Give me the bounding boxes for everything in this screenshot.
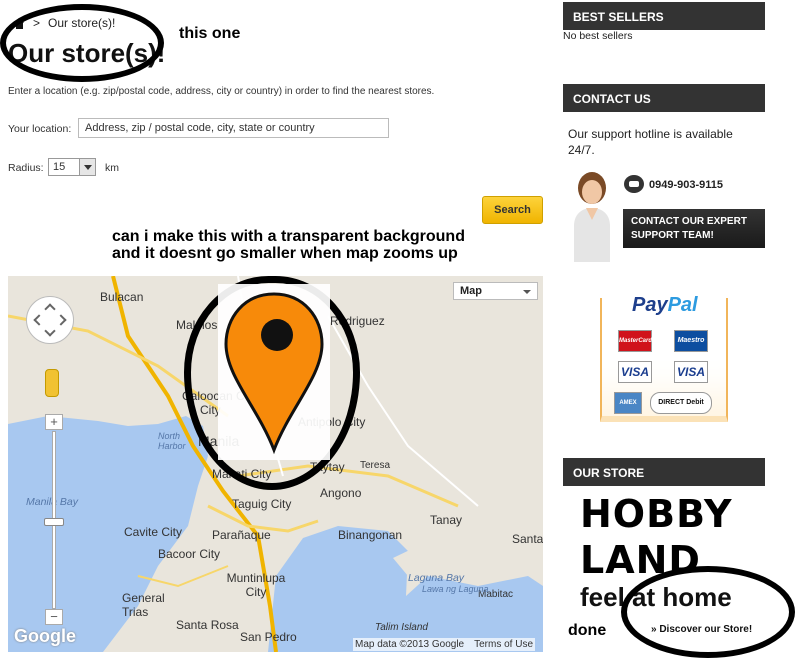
annotation-this-one: this one: [179, 25, 241, 42]
google-logo: Google: [14, 626, 76, 646]
map-label: Santa: [512, 532, 543, 546]
store-logo-line1: HOBBY: [580, 492, 733, 536]
map-label: Bulacan: [100, 290, 144, 304]
pan-left-icon[interactable]: [33, 314, 45, 326]
pan-up-icon[interactable]: [44, 303, 56, 315]
direct-debit-icon: DIRECT Debit: [650, 392, 712, 414]
map-water-label: Lawa ng Laguna: [422, 584, 489, 594]
phone-icon: [624, 175, 644, 193]
map-label: Santa Rosa: [176, 618, 239, 632]
contact-expert-line1: CONTACT OUR EXPERT: [631, 216, 747, 227]
amex-icon: AMEX: [614, 392, 642, 414]
map-label: Cavite City: [124, 525, 183, 539]
paypal-badge: PayPal MasterCard Maestro VISA VISA AMEX…: [600, 294, 728, 422]
radius-unit: km: [105, 162, 119, 174]
annotation-done: done: [568, 622, 607, 639]
radius-value: 15: [53, 161, 66, 173]
annotation-question-line1: can i make this with a transparent backg…: [112, 228, 465, 245]
map-label: Teresa: [360, 460, 391, 471]
pan-down-icon[interactable]: [44, 325, 56, 337]
zoom-slider-handle[interactable]: [44, 518, 64, 526]
map-label: General Trias: [122, 591, 165, 619]
map-label: Parañaque: [212, 528, 271, 542]
pan-control[interactable]: [26, 296, 74, 344]
maestro-icon: Maestro: [674, 330, 708, 352]
annotation-ellipse-title: [0, 4, 164, 82]
visa-icon: VISA: [618, 361, 652, 383]
map-footer: Map data ©2013 Google Terms of Use: [353, 638, 536, 651]
zoom-out-button[interactable]: −: [45, 609, 63, 625]
location-input[interactable]: [78, 118, 389, 138]
location-label: Your location:: [8, 123, 72, 135]
contact-expert-button[interactable]: CONTACT OUR EXPERT SUPPORT TEAM!: [623, 209, 765, 248]
pan-right-icon[interactable]: [55, 314, 67, 326]
visa-electron-icon: VISA: [674, 361, 708, 383]
map-label: Talim Island: [375, 622, 428, 633]
annotation-ellipse-discover: [621, 566, 795, 658]
radius-label: Radius:: [8, 162, 44, 174]
map-marker-icon[interactable]: [214, 278, 334, 458]
map-label: Bacoor City: [158, 547, 221, 561]
best-sellers-empty: No best sellers: [563, 30, 633, 42]
best-sellers-header: BEST SELLERS: [563, 2, 765, 30]
phone-number: 0949-903-9115: [649, 179, 724, 191]
annotation-question-line2: and it doesnt go smaller when map zooms …: [112, 245, 458, 262]
pegman-icon[interactable]: [45, 369, 59, 397]
paypal-brand-left: Pay: [632, 294, 668, 316]
hotline-text: Our support hotline is available 24/7.: [568, 127, 733, 157]
map-water-label: North Harbor: [158, 431, 186, 451]
mastercard-icon: MasterCard: [618, 330, 652, 352]
intro-text: Enter a location (e.g. zip/postal code, …: [8, 86, 435, 97]
map-label: Binangonan: [338, 528, 403, 542]
map-data-credit: Map data ©2013 Google: [355, 639, 465, 650]
contact-header: CONTACT US: [563, 84, 765, 112]
chevron-down-icon[interactable]: [79, 159, 95, 175]
map-label: Tanay: [430, 513, 463, 527]
map-type-select[interactable]: Map: [453, 282, 538, 300]
paypal-logo: PayPal: [628, 294, 702, 317]
map-label: Angono: [320, 486, 362, 500]
zoom-in-button[interactable]: +: [45, 414, 63, 430]
map-water-label: Laguna Bay: [408, 572, 465, 584]
map-label: San Pedro: [240, 630, 297, 644]
store-map[interactable]: Bulacan Malolos Rodriguez Caloocan City …: [8, 276, 543, 652]
paypal-brand-right: Pal: [667, 294, 698, 316]
radius-select[interactable]: 15: [48, 158, 96, 176]
annotation-question: can i make this with a transparent backg…: [112, 228, 465, 262]
contact-expert-line2: SUPPORT TEAM!: [631, 230, 714, 241]
terms-of-use-link[interactable]: Terms of Use: [474, 639, 533, 650]
map-label: Taguig City: [232, 497, 292, 511]
our-store-header: OUR STORE: [563, 458, 765, 486]
search-button[interactable]: Search: [482, 196, 543, 224]
map-label: Muntinlupa City: [226, 571, 286, 599]
support-agent-image: [574, 172, 610, 262]
